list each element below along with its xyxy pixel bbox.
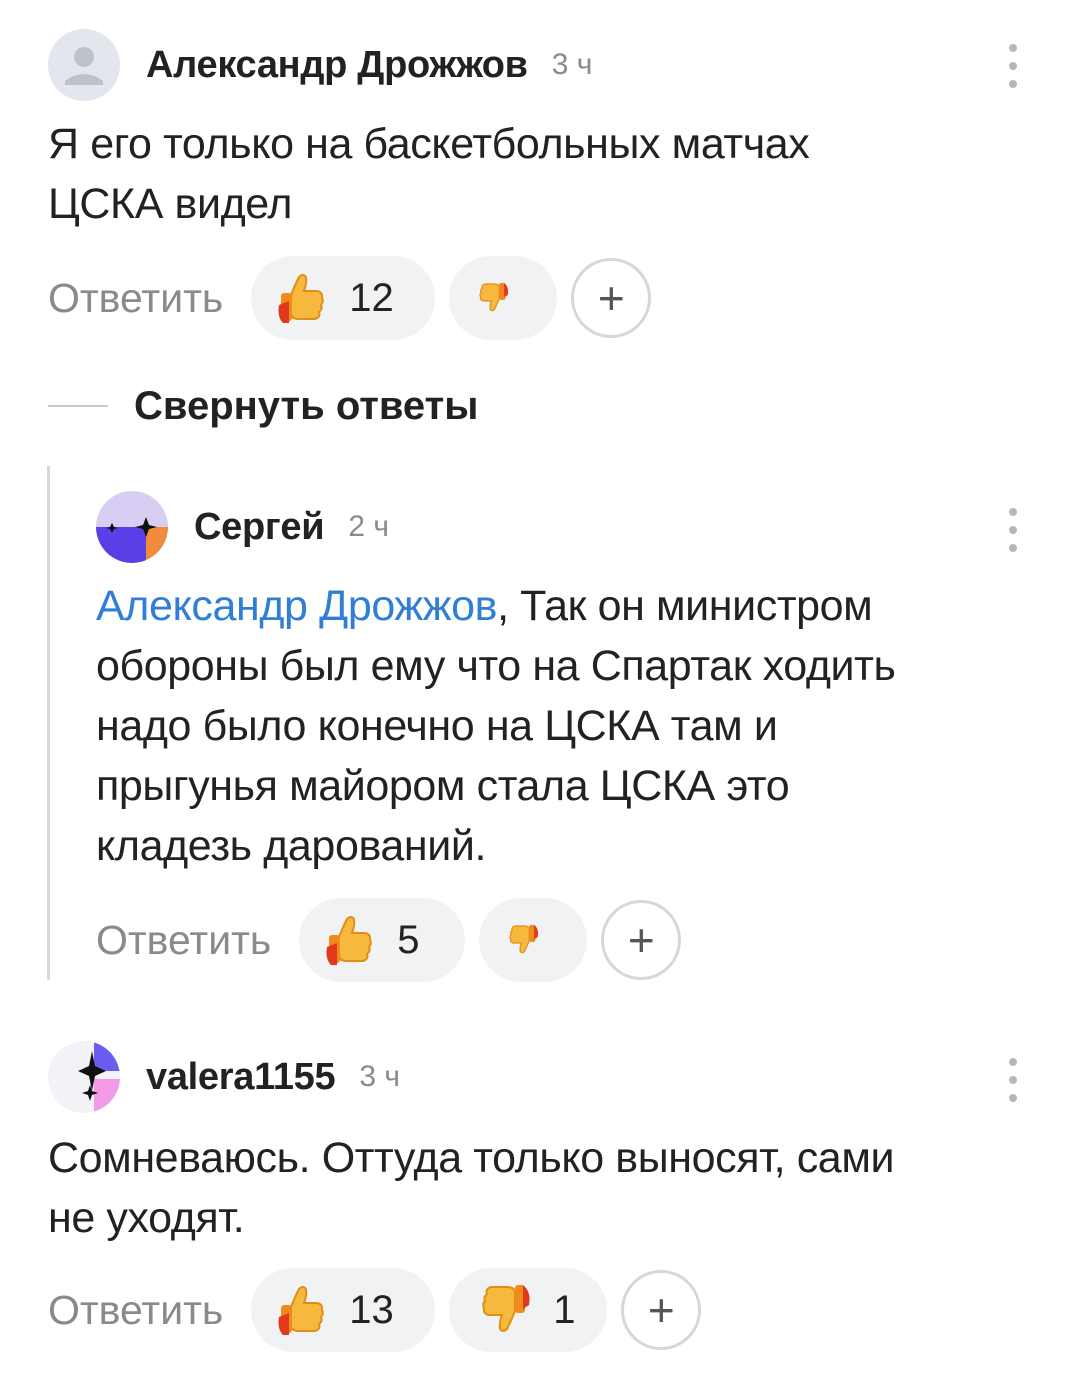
user-placeholder-icon [65, 47, 103, 85]
comment-text-line: ЦСКА видел [48, 180, 293, 228]
reply-button[interactable]: Ответить [48, 275, 223, 322]
like-button[interactable]: 5 [299, 898, 466, 982]
comment-text-line: не уходят. [48, 1194, 245, 1242]
thumbs-down-icon [509, 924, 539, 954]
like-count: 13 [349, 1287, 394, 1332]
comment-text-line: Я его только на баскетбольных матчах [48, 120, 810, 168]
more-vertical-icon[interactable] [1006, 44, 1020, 88]
reply-button[interactable]: Ответить [96, 917, 271, 964]
comment-time: 2 ч [348, 510, 389, 543]
comment-text-line: прыгунья майором стала ЦСКА это [96, 762, 790, 810]
thumbs-up-icon [326, 916, 373, 965]
thumbs-up-icon [278, 1286, 325, 1335]
comment-author[interactable]: Сергей [194, 506, 325, 549]
mention-link[interactable]: Александр Дрожжов [96, 582, 497, 630]
comment-actions: Ответить 13 1 + [48, 1268, 702, 1352]
avatar[interactable] [48, 29, 120, 101]
avatar-image [78, 1041, 120, 1113]
comment-actions: Ответить 5 + [96, 898, 682, 982]
add-reaction-button[interactable]: + [571, 258, 652, 338]
thumbs-down-icon [482, 1285, 530, 1332]
comment-time: 3 ч [551, 48, 593, 81]
comment-author[interactable]: valera1155 [146, 1056, 336, 1099]
comment-header: Александр Дрожжов 3 ч [48, 28, 592, 102]
collapse-replies-button[interactable]: Свернуть ответы [48, 376, 478, 436]
reply-button[interactable]: Ответить [48, 1287, 223, 1334]
comment-actions: Ответить 12 + [48, 256, 652, 340]
dislike-button[interactable]: 1 [449, 1268, 608, 1352]
comment-header: valera1155 3 ч [48, 1040, 400, 1114]
add-reaction-button[interactable]: + [601, 900, 682, 980]
dislike-button[interactable] [449, 256, 558, 340]
collapse-replies-label: Свернуть ответы [134, 383, 479, 428]
comment-header: Сергей 2 ч [96, 490, 389, 564]
thread-line [47, 466, 50, 980]
comment-text-line: Сомневаюсь. Оттуда только выносят, сами [48, 1134, 895, 1182]
comment-author[interactable]: Александр Дрожжов [146, 44, 528, 87]
avatar-image [96, 491, 168, 563]
comment-text-line: кладезь дарований. [96, 822, 487, 870]
like-button[interactable]: 13 [251, 1268, 436, 1352]
like-count: 5 [397, 917, 420, 962]
avatar[interactable] [48, 1041, 120, 1113]
collapse-line [48, 405, 108, 407]
more-vertical-icon[interactable] [1006, 1058, 1020, 1102]
dislike-button[interactable] [479, 898, 588, 982]
like-button[interactable]: 12 [251, 256, 436, 340]
more-vertical-icon[interactable] [1006, 508, 1020, 552]
comment-text: Я его только на баскетбольных матчах ЦСК… [48, 114, 1038, 234]
comment-text-fragment: , Так он министром [497, 582, 873, 630]
comment-text-line: Александр Дрожжов, Так он министром [96, 576, 1036, 636]
dislike-count: 1 [553, 1287, 576, 1332]
like-count: 12 [349, 275, 394, 320]
add-reaction-button[interactable]: + [621, 1270, 702, 1350]
avatar[interactable] [96, 491, 168, 563]
thumbs-up-icon [278, 274, 325, 323]
comment-text-line: обороны был ему что на Спартак ходить [96, 642, 896, 690]
comment-text-line: надо было конечно на ЦСКА там и [96, 702, 778, 750]
comment-time: 3 ч [359, 1060, 400, 1093]
thumbs-down-icon [479, 282, 509, 312]
comment-text: Александр Дрожжов, Так он министром обор… [96, 576, 1036, 876]
comment-text: Сомневаюсь. Оттуда только выносят, сами … [48, 1128, 1038, 1248]
